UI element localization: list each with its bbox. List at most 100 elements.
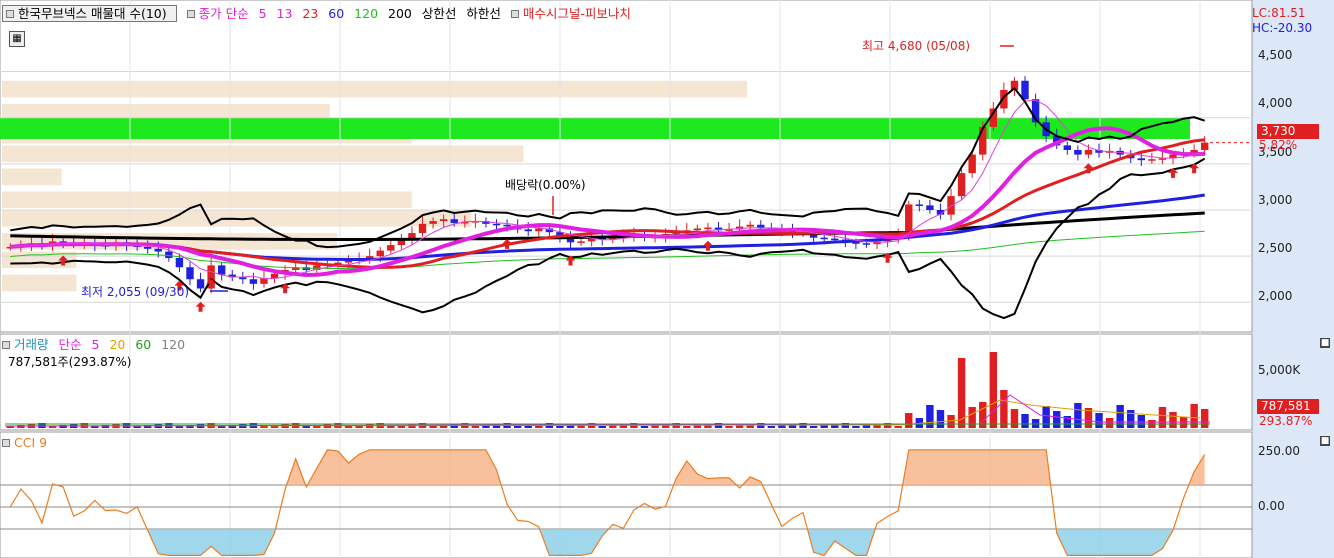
volume-bar [989, 352, 998, 428]
cci-tick: 0.00 [1258, 499, 1285, 513]
volume-bar [894, 426, 902, 428]
volume-legend-prefix: 단순 [58, 337, 82, 352]
price-tick: 2,500 [1258, 241, 1293, 255]
candle-body [979, 126, 987, 155]
volume-bar [683, 426, 691, 428]
volume-ma-20-line [4, 399, 1201, 427]
legend-marker [186, 10, 195, 18]
candle-body [693, 228, 702, 231]
volume-pct-tag: 293.87% [1259, 414, 1313, 428]
candle-body [1148, 159, 1156, 161]
cci-legend-label: CCI 9 [14, 435, 48, 450]
candle-body [915, 204, 924, 206]
volume-bar [1042, 406, 1050, 428]
volume-value-readout: 787,581주(293.87%) [8, 355, 132, 369]
volume-bar [260, 426, 268, 428]
candle-body [1063, 145, 1072, 150]
max-volume-band [0, 118, 1190, 139]
volume-period-60: 60 [135, 337, 152, 352]
volume-bar [1010, 409, 1019, 428]
chart-canvas[interactable] [0, 0, 1334, 558]
high-annotation: 최고 4,680 (05/08) [862, 39, 971, 53]
volume-bar [344, 426, 353, 428]
candle-body [1021, 80, 1029, 100]
volume-profile-bar [2, 191, 412, 209]
volume-bar [1116, 405, 1124, 428]
volume-profile-bar [2, 80, 747, 98]
ma-period-13: 13 [276, 6, 293, 21]
candle-body [196, 279, 205, 289]
volume-bar [1169, 412, 1177, 428]
hc-readout: HC:-20.30 [1252, 21, 1313, 35]
volume-bar [217, 426, 226, 428]
candle-body [831, 238, 839, 241]
price-legend: 한국무브넥스 매물대 수(10) 종가 단순 5 13 23 60 120 20… [2, 5, 637, 22]
current-price-tag: 3,730 [1257, 124, 1319, 139]
volume-legend-title: 거래량 [14, 337, 49, 352]
ma-period-5: 5 [258, 6, 267, 21]
volume-bar [1127, 410, 1135, 428]
ma-period-23: 23 [302, 6, 319, 21]
candle-body [1084, 150, 1093, 155]
volume-period-20: 20 [109, 337, 126, 352]
candle-body [926, 205, 934, 210]
volume-bar [513, 426, 522, 428]
candle-body [503, 224, 511, 227]
volume-tag: 787,581 [1257, 399, 1319, 414]
candle-body [387, 245, 395, 251]
cci-legend: CCI 9 [2, 435, 53, 451]
volume-bar [905, 413, 913, 428]
volume-panel-close-icon[interactable]: ■ [1320, 338, 1330, 348]
candle-body [217, 265, 226, 275]
candle-body [186, 267, 194, 280]
ma-period-200: 200 [388, 6, 412, 21]
grid-table-icon[interactable]: ▦ [9, 31, 25, 47]
candle-body [862, 243, 871, 245]
signal-legend: 매수시그널-피보나치 [522, 6, 631, 21]
ma-legend-prefix: 종가 단순 [198, 6, 249, 21]
candle-body [239, 277, 247, 280]
upper-limit-label: 상한선 [421, 6, 457, 21]
ma-period-60: 60 [328, 6, 345, 21]
volume-bar [1201, 409, 1209, 428]
symbol-title-box[interactable]: 한국무브넥스 매물대 수(10) [2, 5, 177, 22]
lc-readout: LC:81.51 [1252, 6, 1306, 20]
price-tick: 2,000 [1258, 289, 1293, 303]
volume-bar [1095, 413, 1103, 428]
candle-body [535, 228, 543, 232]
legend-marker [2, 439, 10, 447]
buy-signal-arrow [502, 238, 513, 249]
volume-bar [947, 415, 955, 428]
volume-bar [640, 426, 649, 428]
candle-body [492, 223, 501, 226]
candle-body [143, 246, 152, 249]
candle-body [249, 279, 258, 284]
candle-body [376, 250, 384, 257]
candle-body [1137, 158, 1145, 161]
candle-body [820, 237, 828, 240]
candle-body [704, 227, 712, 230]
candle-body [450, 219, 458, 223]
volume-bar [556, 426, 564, 428]
volume-bar [968, 407, 976, 428]
cci-panel-close-icon[interactable]: ■ [1320, 436, 1330, 446]
volume-bar [809, 426, 818, 428]
volume-ma-5-line [4, 394, 1210, 427]
candle-body [746, 224, 754, 227]
current-change-tag: 5.82% [1259, 138, 1298, 152]
chart-window: 한국무브넥스 매물대 수(10) 종가 단순 5 13 23 60 120 20… [0, 0, 1334, 558]
volume-profile-bar [2, 145, 524, 162]
volume-bar [767, 426, 776, 428]
candle-body [270, 273, 279, 279]
candle-body [154, 248, 162, 252]
candle-body [957, 173, 966, 197]
candle-body [175, 258, 184, 268]
volume-bar [1105, 418, 1114, 428]
candle-body [947, 196, 955, 215]
volume-bar [725, 426, 733, 428]
volume-profile-bar [2, 274, 77, 292]
price-tick: 4,500 [1258, 48, 1293, 62]
volume-bar [852, 426, 860, 428]
volume-legend: 거래량 단순 5 20 60 120 [2, 337, 191, 353]
volume-bar [1053, 411, 1061, 428]
